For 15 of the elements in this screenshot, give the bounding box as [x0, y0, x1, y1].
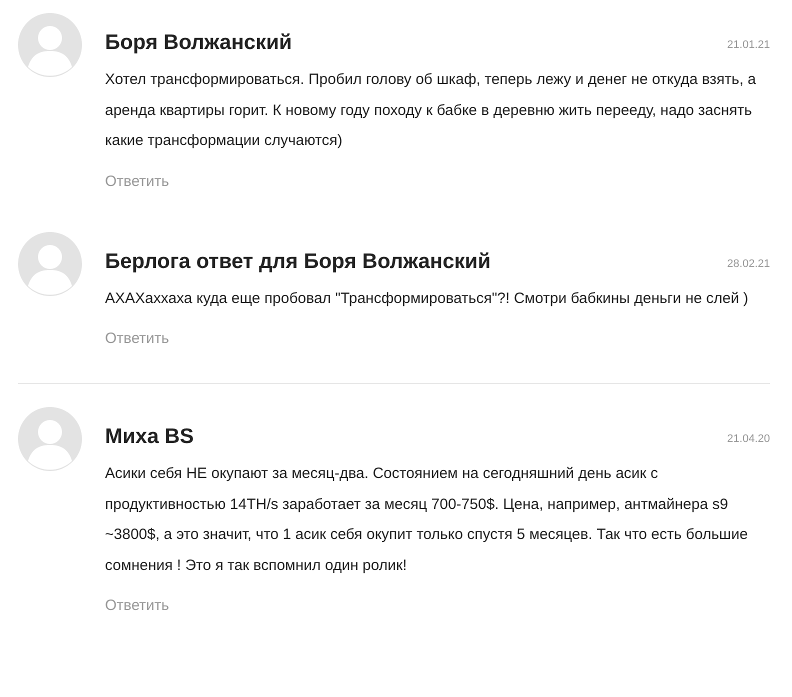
comment-date: 21.04.20 — [727, 432, 770, 447]
comment-text: Хотел трансформироваться. Пробил голову об шкаф, теперь лежу и денег не откуда взять, а аренда квартиры горит. К новому году походу к бабке в деревню жить перееду, надо заснять какие трансформации случаются) — [105, 70, 758, 151]
reply-link[interactable]: Ответить — [105, 328, 170, 350]
avatar-icon — [18, 232, 82, 296]
author-name: Берлога ответ для Боря Волжанский — [105, 248, 491, 274]
reply-link[interactable]: Ответить — [105, 595, 170, 618]
author-name: Миха BS — [105, 424, 194, 450]
comment-date: 28.02.21 — [727, 256, 770, 272]
avatar-icon — [18, 407, 82, 471]
author-name: Боря Волжанский — [105, 30, 292, 56]
comment-text: АХАХаххаха куда еще пробовал "Трансформироваться"?! Смотри бабкины деньги не слей ) — [105, 288, 750, 308]
avatar-icon — [18, 13, 82, 77]
reply-link[interactable]: Ответить — [105, 170, 170, 193]
comment-date: 21.01.21 — [727, 38, 770, 53]
comment-text: Асики себя НЕ окупают за месяц-два. Состоянием на сегодняшний день асик с продуктивностью 14TH/s заработает за месяц 700-750$. Цена, например, антмайнера s9 ~3800$, а это значит, что 1 асик себя окупит только спустя 5 месяцев. Так что есть большие сомнения ! Это я так вспомнил один ролик! — [105, 464, 749, 576]
